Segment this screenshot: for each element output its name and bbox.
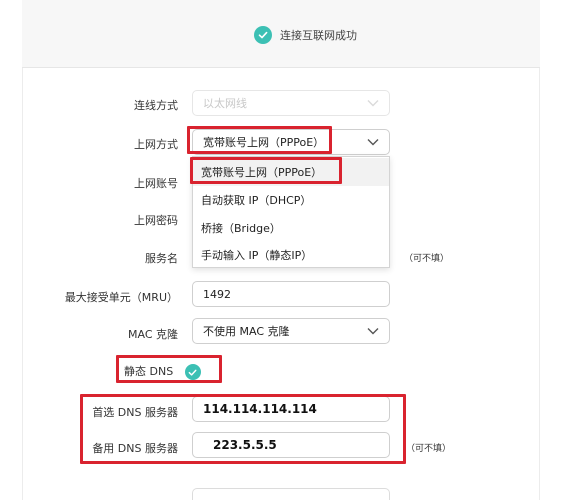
static-dns-label: 静态 DNS [124, 365, 174, 378]
connection-type-label: 连线方式 [134, 99, 178, 112]
primary-dns-input[interactable]: 114.114.114.114 [192, 396, 390, 422]
account-label: 上网账号 [134, 177, 178, 190]
router-settings-page: 连接互联网成功 连线方式 以太网线 上网方式 宽带账号上网（PPPoE） 上网账… [0, 0, 562, 500]
mac-clone-label: MAC 克隆 [128, 328, 178, 341]
secondary-dns-input[interactable]: 223.5.5.5 [192, 432, 390, 458]
mac-clone-select[interactable]: 不使用 MAC 克隆 [192, 318, 390, 344]
mru-value: 1492 [203, 287, 231, 301]
chevron-down-icon [367, 328, 379, 335]
next-field-edge [192, 488, 390, 500]
internet-mode-value: 宽带账号上网（PPPoE） [203, 136, 325, 149]
static-dns-toggle[interactable]: 静态 DNS [124, 363, 216, 380]
chevron-down-icon [367, 100, 379, 107]
chevron-down-icon [367, 139, 379, 146]
connection-type-value: 以太网线 [203, 97, 247, 110]
connection-status: 连接互联网成功 [254, 24, 357, 46]
internet-mode-label: 上网方式 [134, 138, 178, 151]
check-icon [254, 26, 272, 44]
dropdown-option-pppoe[interactable]: 宽带账号上网（PPPoE） [193, 158, 389, 186]
check-icon [184, 364, 201, 380]
mru-label: 最大接受单元（MRU） [64, 291, 178, 304]
primary-dns-value: 114.114.114.114 [203, 402, 317, 416]
dropdown-option-bridge[interactable]: 桥接（Bridge） [193, 214, 389, 242]
internet-mode-dropdown: 宽带账号上网（PPPoE） 自动获取 IP（DHCP） 桥接（Bridge） 手… [192, 156, 390, 268]
service-name-label: 服务名 [145, 252, 178, 265]
mac-clone-value: 不使用 MAC 克隆 [203, 325, 290, 338]
primary-dns-label: 首选 DNS 服务器 [92, 406, 178, 419]
dropdown-option-dhcp[interactable]: 自动获取 IP（DHCP） [193, 186, 389, 214]
secondary-dns-value: 223.5.5.5 [213, 438, 277, 452]
mru-input[interactable]: 1492 [192, 281, 390, 307]
dropdown-option-static-ip[interactable]: 手动输入 IP（静态IP） [193, 241, 389, 269]
password-label: 上网密码 [134, 214, 178, 227]
internet-mode-select[interactable]: 宽带账号上网（PPPoE） [192, 129, 390, 155]
secondary-dns-label: 备用 DNS 服务器 [92, 442, 178, 455]
connection-type-select: 以太网线 [192, 90, 390, 116]
secondary-dns-optional-note: （可不填） [406, 444, 452, 454]
service-name-optional-note: （可不填） [404, 254, 450, 264]
status-text: 连接互联网成功 [280, 29, 357, 42]
